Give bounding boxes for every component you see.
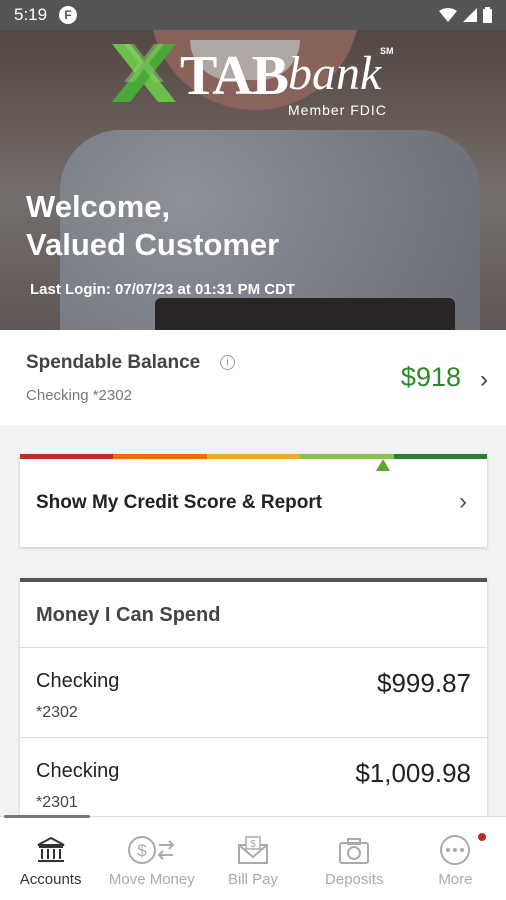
account-number: *2302 <box>36 704 78 721</box>
svg-text:$: $ <box>137 841 147 860</box>
money-i-can-spend-card: Money I Can Spend Checking *2302 $999.87… <box>20 578 487 823</box>
welcome-line-1: Welcome, <box>26 189 171 224</box>
nav-label: Move Money <box>108 871 195 888</box>
more-dots-icon <box>440 835 471 865</box>
nav-bill-pay[interactable]: $ Bill Pay <box>202 817 303 900</box>
brand-fdic: Member FDIC <box>288 102 387 118</box>
brand-sm: SM <box>380 46 394 56</box>
transfer-icon: $ <box>127 836 175 864</box>
credit-bar-segment <box>393 454 488 459</box>
nav-move-money[interactable]: $ Move Money <box>101 817 202 900</box>
tab-bank-logo: TAB bank SM Member FDIC <box>110 42 400 122</box>
spendable-balance-account: Checking *2302 <box>26 387 132 404</box>
cellular-icon <box>463 8 477 22</box>
account-balance: $1,009.98 <box>355 758 471 788</box>
credit-score-marker-icon <box>376 459 390 471</box>
account-name: Checking <box>36 760 120 782</box>
nav-label: Deposits <box>325 871 384 888</box>
chevron-right-icon: › <box>480 366 488 393</box>
camera-icon <box>339 838 370 864</box>
account-number: *2301 <box>36 794 78 811</box>
spendable-balance-amount: $918 <box>400 362 461 392</box>
money-card-header: Money I Can Spend <box>20 582 487 648</box>
account-row[interactable]: Checking *2301 $1,009.98 <box>20 738 487 823</box>
nav-accounts[interactable]: Accounts <box>0 817 101 900</box>
bottom-navigation: Accounts $ Move Money $ Bill Pay Deposit… <box>0 815 506 900</box>
status-bar: 5:19 F <box>0 0 506 30</box>
status-time: 5:19 <box>14 5 48 24</box>
tab-x-logo-icon <box>112 44 176 102</box>
spendable-balance-card[interactable]: Spendable Balance i Checking *2302 $918 … <box>0 330 506 425</box>
credit-bar-segment <box>113 454 207 459</box>
chevron-right-icon: › <box>459 488 467 515</box>
nav-more[interactable]: More <box>405 817 506 900</box>
account-balance: $999.87 <box>377 668 471 698</box>
welcome-heading: Welcome, Valued Customer <box>26 188 279 264</box>
bank-icon <box>37 836 65 862</box>
nav-label: More <box>438 871 473 888</box>
last-login: Last Login: 07/07/23 at 01:31 PM CDT <box>30 281 296 298</box>
spendable-balance-title: Spendable Balance <box>26 352 201 373</box>
wifi-icon <box>439 8 457 22</box>
nav-label: Bill Pay <box>227 871 279 888</box>
nav-deposits[interactable]: Deposits <box>304 817 405 900</box>
battery-icon <box>483 7 492 23</box>
welcome-line-2: Valued Customer <box>26 227 280 262</box>
account-row[interactable]: Checking *2302 $999.87 <box>20 648 487 738</box>
credit-score-bar <box>20 454 488 459</box>
info-icon[interactable]: i <box>220 355 235 370</box>
credit-bar-segment <box>20 454 114 459</box>
nav-label: Accounts <box>19 871 82 888</box>
credit-score-card[interactable]: Show My Credit Score & Report › <box>20 454 488 547</box>
svg-text:$: $ <box>250 839 256 850</box>
account-name: Checking <box>36 670 120 692</box>
brand-tab: TAB <box>180 45 289 107</box>
envelope-dollar-icon: $ <box>238 836 268 864</box>
notification-dot <box>478 833 487 841</box>
notification-icon: F <box>59 6 78 24</box>
credit-score-label: Show My Credit Score & Report <box>36 492 323 513</box>
brand-bank: bank <box>288 47 382 100</box>
credit-bar-segment <box>206 454 301 459</box>
status-icons <box>439 7 492 23</box>
